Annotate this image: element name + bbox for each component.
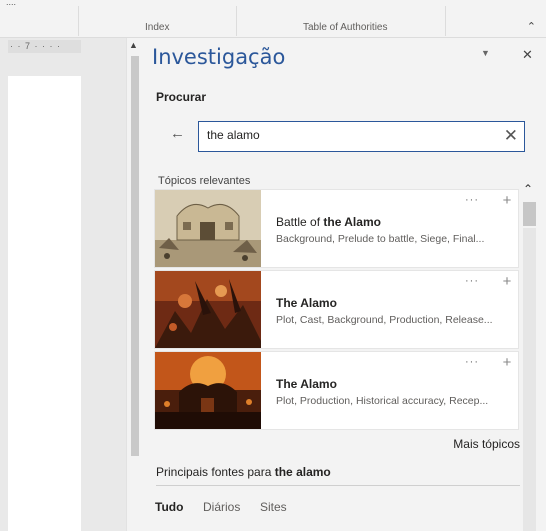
- ribbon-separator: [236, 6, 237, 36]
- topic-card-subtitle: Background, Prelude to battle, Siege, Fi…: [276, 233, 485, 245]
- search-input[interactable]: [207, 128, 487, 142]
- topic-card[interactable]: The Alamo Plot, Production, Historical a…: [154, 351, 519, 430]
- ribbon-cut-text: ....: [6, 0, 17, 7]
- search-heading: Procurar: [156, 90, 207, 104]
- topic-card[interactable]: The Alamo Plot, Cast, Background, Produc…: [154, 270, 519, 349]
- more-options-icon[interactable]: ···: [465, 194, 479, 206]
- results-scroll-up-chevron-icon[interactable]: ⌃: [523, 182, 533, 196]
- topic-card[interactable]: Battle of the Alamo Background, Prelude …: [154, 189, 519, 268]
- more-options-icon[interactable]: ···: [465, 275, 479, 287]
- back-arrow-icon[interactable]: ←: [170, 125, 185, 142]
- close-icon[interactable]: ✕: [522, 47, 533, 63]
- scroll-up-arrow-icon[interactable]: ▲: [129, 40, 138, 50]
- topic-card-text: The Alamo Plot, Production, Historical a…: [276, 377, 506, 407]
- results-scrollbar-thumb[interactable]: [523, 202, 536, 226]
- topic-card-title: The Alamo: [276, 296, 337, 310]
- ribbon: .... Index Table of Authorities ⌃: [0, 0, 546, 38]
- tab-journals[interactable]: Diários: [203, 500, 240, 514]
- search-box: ✕: [198, 121, 525, 152]
- add-icon[interactable]: +: [498, 274, 516, 291]
- pane-title: Investigação: [152, 45, 286, 69]
- chevron-up-icon[interactable]: ⌃: [527, 20, 536, 33]
- alamo-mission-painting-thumbnail: [155, 190, 261, 267]
- topic-card-subtitle: Plot, Production, Historical accuracy, R…: [276, 395, 489, 407]
- add-icon[interactable]: +: [498, 193, 516, 210]
- topic-card-title: The Alamo: [276, 377, 337, 391]
- add-icon[interactable]: +: [498, 355, 516, 372]
- clear-search-icon[interactable]: ✕: [504, 126, 518, 146]
- document-area: · · 7 · · · ·: [0, 38, 126, 531]
- more-options-icon[interactable]: ···: [465, 356, 479, 368]
- top-sources-heading: Principais fontes para the alamo: [156, 465, 520, 486]
- scrollbar-thumb[interactable]: [131, 56, 139, 456]
- document-scrollbar[interactable]: ▲: [126, 38, 143, 531]
- alamo-battle-painting-thumbnail: [155, 271, 261, 348]
- results-scrollbar-track[interactable]: [523, 228, 536, 531]
- topic-card-text: Battle of the Alamo Background, Prelude …: [276, 215, 506, 245]
- pane-options-chevron-down-icon[interactable]: ▼: [481, 48, 490, 58]
- ribbon-group-table-of-authorities[interactable]: Table of Authorities: [303, 22, 388, 33]
- topic-card-text: The Alamo Plot, Cast, Background, Produc…: [276, 296, 506, 326]
- topic-card-title: Battle of the Alamo: [276, 215, 381, 229]
- topic-card-subtitle: Plot, Cast, Background, Production, Rele…: [276, 314, 493, 326]
- tab-sites[interactable]: Sites: [260, 500, 287, 514]
- more-topics-link[interactable]: Mais tópicos: [453, 437, 520, 451]
- relevant-topics-label: Tópicos relevantes: [158, 175, 251, 187]
- ribbon-separator: [78, 6, 79, 36]
- ribbon-group-index[interactable]: Index: [145, 22, 169, 33]
- alamo-film-poster-thumbnail: [155, 352, 261, 429]
- ruler: · · 7 · · · ·: [8, 40, 81, 53]
- tab-all[interactable]: Tudo: [155, 500, 183, 514]
- researcher-pane: Investigação ▼ ✕ Procurar ← ✕ Tópicos re…: [143, 38, 546, 531]
- document-page[interactable]: [8, 76, 81, 531]
- ribbon-separator: [445, 6, 446, 36]
